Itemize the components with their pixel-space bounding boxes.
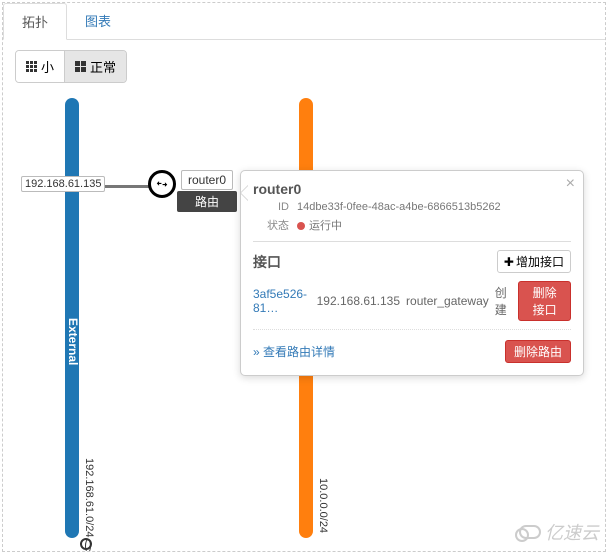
network-label-external: External [66, 318, 80, 365]
status-label: 状态 [253, 217, 289, 233]
router-arrows-icon [155, 177, 169, 191]
interface-row: 3af5e526-81… 192.168.61.135 router_gatew… [253, 279, 571, 330]
router-popover: × router0 ID 14dbe33f-0fee-48ac-a4be-686… [240, 170, 584, 376]
topology-canvas[interactable]: External rivate 192.168.61.0/24 10.0.0.0… [3, 78, 605, 551]
cloud-icon [519, 525, 541, 539]
interfaces-heading: 接口 [253, 252, 281, 272]
delete-router-button[interactable]: 删除路由 [505, 340, 571, 363]
router-name-label[interactable]: router0 [181, 170, 233, 190]
globe-icon [80, 538, 92, 550]
popover-title: router0 [253, 181, 571, 197]
cidr-external: 192.168.61.0/24 [83, 458, 95, 538]
id-value: 14dbe33f-0fee-48ac-a4be-6866513b5262 [297, 201, 571, 213]
popover-meta: ID 14dbe33f-0fee-48ac-a4be-6866513b5262 … [253, 201, 571, 233]
watermark: 亿速云 [519, 519, 599, 545]
interface-id-link[interactable]: 3af5e526-81… [253, 287, 311, 315]
router-details-link[interactable]: » 查看路由详情 [253, 343, 335, 360]
interface-action: 创建 [495, 284, 512, 318]
grid-normal-icon [75, 61, 86, 72]
cidr-private: 10.0.0.0/24 [317, 478, 329, 533]
status-dot-icon [297, 222, 305, 230]
interface-type: router_gateway [406, 294, 489, 308]
tab-bar: 拓扑 图表 [3, 3, 605, 40]
router-caption: 路由 [177, 191, 237, 212]
id-label: ID [253, 201, 289, 213]
tab-chart[interactable]: 图表 [67, 3, 129, 39]
status-value: 运行中 [297, 217, 571, 233]
delete-interface-button[interactable]: 删除接口 [518, 281, 571, 321]
close-icon[interactable]: × [566, 175, 575, 193]
plus-icon: ✚ [504, 255, 514, 269]
grid-small-icon [26, 61, 37, 72]
interface-ip: 192.168.61.135 [317, 294, 400, 308]
router-icon[interactable] [148, 170, 176, 198]
tab-topology[interactable]: 拓扑 [3, 3, 67, 40]
add-interface-button[interactable]: ✚增加接口 [497, 250, 571, 273]
ip-chip[interactable]: 192.168.61.135 [21, 176, 105, 192]
